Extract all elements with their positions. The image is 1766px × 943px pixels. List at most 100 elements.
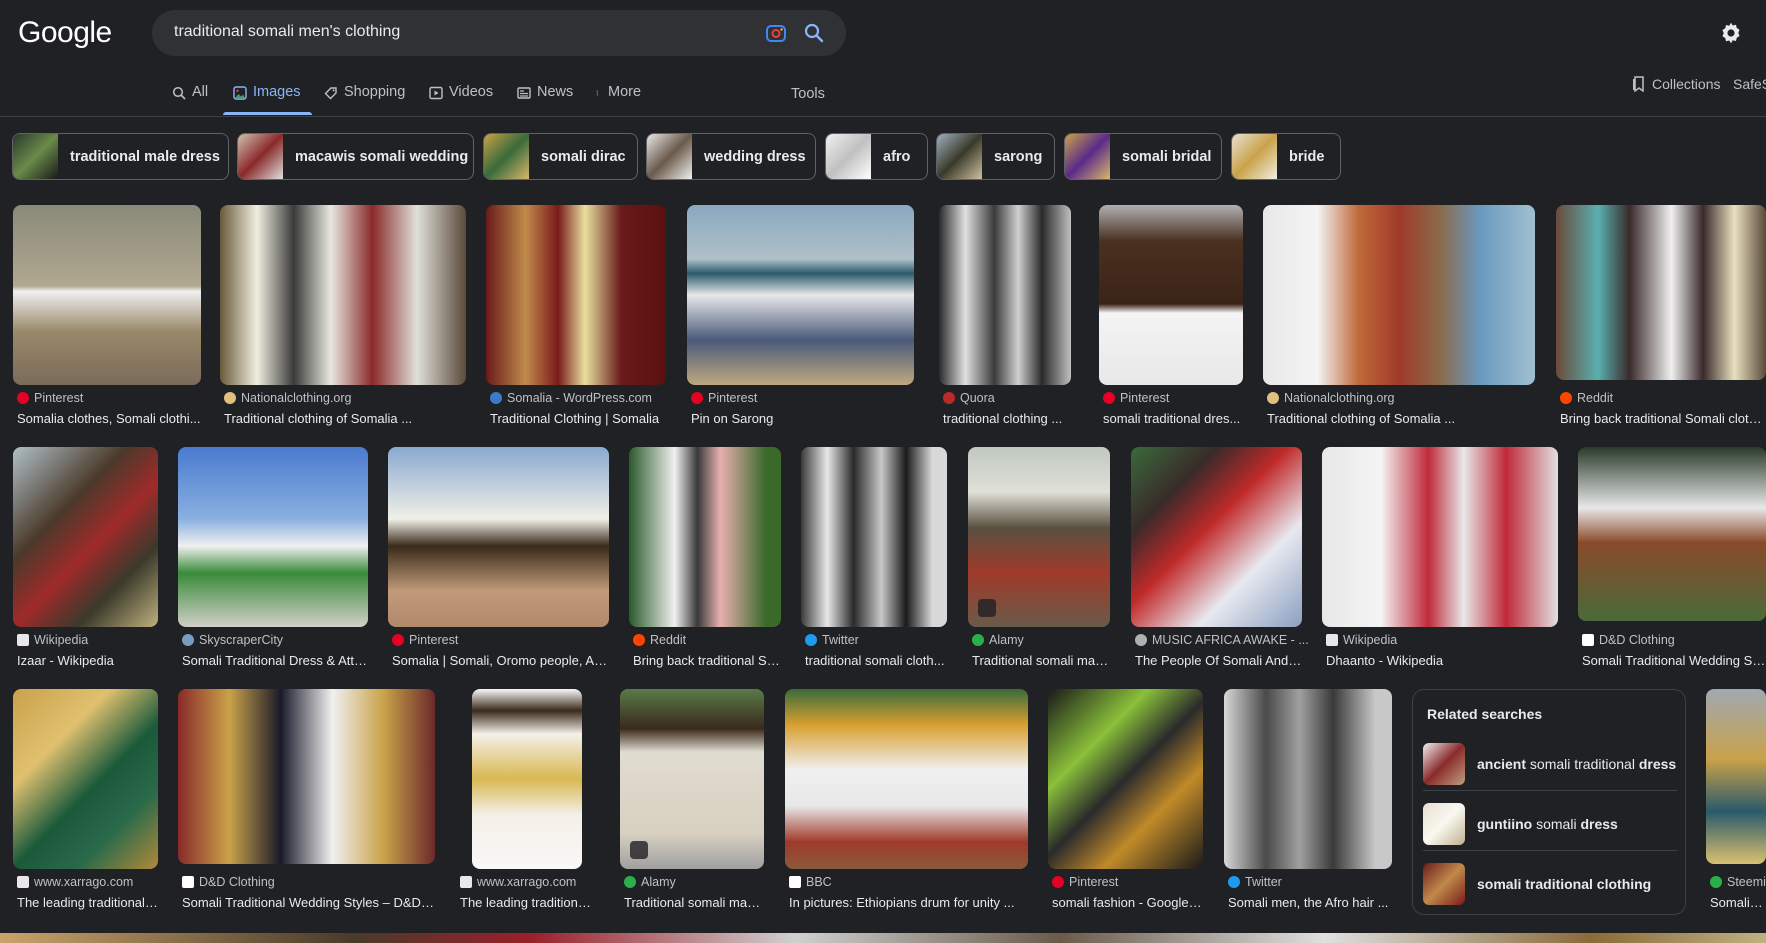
image-result[interactable]: D&D Clothing Somali Traditional Wedding … bbox=[1578, 447, 1766, 672]
result-image[interactable] bbox=[13, 689, 158, 869]
result-title[interactable]: Somali we bbox=[1710, 895, 1766, 910]
safesearch-button[interactable]: SafeS bbox=[1733, 76, 1766, 92]
chip-bride[interactable]: bride bbox=[1231, 133, 1341, 180]
result-title[interactable]: Bring back traditional So... bbox=[633, 653, 781, 668]
image-result[interactable]: Pinterest Somalia | Somali, Oromo people… bbox=[388, 447, 609, 672]
result-image[interactable] bbox=[388, 447, 609, 627]
result-title[interactable]: Somalia clothes, Somali clothi... bbox=[17, 411, 201, 426]
result-title[interactable]: Somali men, the Afro hair ... bbox=[1228, 895, 1392, 910]
result-image[interactable] bbox=[178, 447, 368, 627]
chip-macawis-somali-wedding[interactable]: macawis somali wedding bbox=[237, 133, 474, 180]
result-title[interactable]: traditional clothing ... bbox=[943, 411, 1071, 426]
image-result[interactable]: Alamy Traditional somali man... bbox=[620, 689, 764, 914]
search-box[interactable]: traditional somali men's clothing bbox=[152, 10, 846, 56]
result-image[interactable] bbox=[687, 205, 914, 385]
image-result[interactable]: Twitter Somali men, the Afro hair ... bbox=[1224, 689, 1392, 914]
result-title[interactable]: Traditional somali man... bbox=[624, 895, 764, 910]
result-title[interactable]: Dhaanto - Wikipedia bbox=[1326, 653, 1558, 668]
result-title[interactable]: The People Of Somali And T... bbox=[1135, 653, 1302, 668]
result-image[interactable] bbox=[1578, 447, 1766, 621]
result-title[interactable]: somali fashion - Google S... bbox=[1052, 895, 1203, 910]
tab-images[interactable]: Images bbox=[233, 84, 301, 114]
result-image[interactable] bbox=[801, 447, 947, 627]
related-search-item[interactable]: somali traditional clothing bbox=[1423, 862, 1677, 906]
result-image[interactable] bbox=[1224, 689, 1392, 869]
result-image[interactable] bbox=[620, 689, 764, 869]
result-image[interactable] bbox=[629, 447, 781, 627]
image-result[interactable]: Pinterest Pin on Sarong bbox=[687, 205, 914, 430]
related-search-item[interactable]: ancient somali traditional dress bbox=[1423, 742, 1677, 786]
result-image[interactable] bbox=[220, 205, 466, 385]
result-image[interactable] bbox=[13, 447, 158, 627]
image-result[interactable]: Reddit Bring back traditional So... bbox=[629, 447, 781, 672]
result-image[interactable] bbox=[1099, 205, 1243, 385]
result-title[interactable]: In pictures: Ethiopians drum for unity .… bbox=[789, 895, 1028, 910]
image-result[interactable]: MUSIC AFRICA AWAKE - ... The People Of S… bbox=[1131, 447, 1309, 672]
image-result[interactable]: Reddit Bring back traditional Somali clo… bbox=[1556, 205, 1766, 430]
result-title[interactable]: The leading traditional ... bbox=[460, 895, 598, 910]
result-title[interactable]: Traditional clothing of Somalia ... bbox=[1267, 411, 1535, 426]
image-result[interactable]: BBC In pictures: Ethiopians drum for uni… bbox=[785, 689, 1028, 914]
google-logo[interactable]: Google bbox=[18, 16, 112, 50]
image-result[interactable]: Somalia - WordPress.com Traditional Clot… bbox=[486, 205, 666, 430]
image-result[interactable]: Wikipedia Izaar - Wikipedia bbox=[13, 447, 158, 672]
search-icon[interactable] bbox=[802, 21, 826, 45]
image-result[interactable]: Twitter traditional somali cloth... bbox=[801, 447, 947, 672]
image-result[interactable]: www.xarrago.com The leading traditional … bbox=[456, 689, 598, 914]
result-title[interactable]: somali traditional dres... bbox=[1103, 411, 1243, 426]
result-title[interactable]: The leading traditional ... bbox=[17, 895, 158, 910]
result-title[interactable]: Pin on Sarong bbox=[691, 411, 914, 426]
result-title[interactable]: Bring back traditional Somali clothing bbox=[1560, 411, 1766, 426]
result-title[interactable]: traditional somali cloth... bbox=[805, 653, 947, 668]
result-title[interactable]: Somali Traditional Dress & Attir... bbox=[182, 653, 368, 668]
chip-wedding-dress[interactable]: wedding dress bbox=[646, 133, 816, 180]
chip-afro[interactable]: afro bbox=[825, 133, 928, 180]
result-title[interactable]: Traditional clothing of Somalia ... bbox=[224, 411, 466, 426]
related-search-item[interactable]: guntiino somali dress bbox=[1423, 802, 1677, 846]
result-image[interactable] bbox=[1556, 205, 1766, 380]
image-result[interactable]: Pinterest somali fashion - Google S... bbox=[1048, 689, 1203, 914]
tab-news[interactable]: News bbox=[517, 84, 573, 114]
search-query[interactable]: traditional somali men's clothing bbox=[174, 23, 400, 41]
google-lens-icon[interactable] bbox=[764, 21, 788, 45]
tools-button[interactable]: Tools bbox=[791, 86, 825, 102]
result-image[interactable] bbox=[178, 689, 435, 864]
tab-shopping[interactable]: Shopping bbox=[324, 84, 405, 114]
image-result[interactable]: Nationalclothing.org Traditional clothin… bbox=[220, 205, 466, 430]
image-result[interactable]: SkyscraperCity Somali Traditional Dress … bbox=[178, 447, 368, 672]
image-result[interactable]: Wikipedia Dhaanto - Wikipedia bbox=[1322, 447, 1558, 672]
result-title[interactable]: Traditional somali man... bbox=[972, 653, 1110, 668]
image-result[interactable]: Quora traditional clothing ... bbox=[939, 205, 1071, 430]
image-result[interactable]: Pinterest Somalia clothes, Somali clothi… bbox=[13, 205, 201, 430]
chip-sarong[interactable]: sarong bbox=[936, 133, 1055, 180]
result-image[interactable] bbox=[13, 205, 201, 385]
image-result[interactable]: Nationalclothing.org Traditional clothin… bbox=[1263, 205, 1535, 430]
chip-somali-bridal[interactable]: somali bridal bbox=[1064, 133, 1222, 180]
result-image[interactable] bbox=[1706, 689, 1766, 864]
result-image[interactable] bbox=[785, 689, 1028, 869]
result-image[interactable] bbox=[1048, 689, 1203, 869]
settings-gear-icon[interactable] bbox=[1718, 20, 1744, 46]
chip-somali-dirac[interactable]: somali dirac bbox=[483, 133, 638, 180]
image-result[interactable]: D&D Clothing Somali Traditional Wedding … bbox=[178, 689, 435, 914]
result-title[interactable]: Izaar - Wikipedia bbox=[17, 653, 158, 668]
result-image[interactable] bbox=[1131, 447, 1302, 627]
tab-videos[interactable]: Videos bbox=[429, 84, 493, 114]
result-title[interactable]: Somali Traditional Wedding Styles bbox=[1582, 653, 1766, 668]
result-title[interactable]: Somalia | Somali, Oromo people, Afri... bbox=[392, 653, 609, 668]
tab-more[interactable]: More bbox=[596, 84, 641, 114]
result-image[interactable] bbox=[1263, 205, 1535, 385]
collections-button[interactable]: Collections bbox=[1632, 76, 1720, 92]
result-title[interactable]: Somali Traditional Wedding Styles – D&D … bbox=[182, 895, 435, 910]
result-title[interactable]: Traditional Clothing | Somalia bbox=[490, 411, 666, 426]
result-image[interactable] bbox=[968, 447, 1110, 627]
image-result[interactable]: Steemi Somali we bbox=[1706, 689, 1766, 914]
result-image[interactable] bbox=[486, 205, 666, 385]
tab-all[interactable]: All bbox=[172, 84, 208, 114]
result-image[interactable] bbox=[1322, 447, 1558, 627]
chip-traditional-male-dress[interactable]: traditional male dress bbox=[12, 133, 229, 180]
image-result[interactable]: www.xarrago.com The leading traditional … bbox=[13, 689, 158, 914]
image-result[interactable]: Pinterest somali traditional dres... bbox=[1099, 205, 1243, 430]
image-result[interactable]: Alamy Traditional somali man... bbox=[968, 447, 1110, 672]
result-image[interactable] bbox=[939, 205, 1071, 385]
